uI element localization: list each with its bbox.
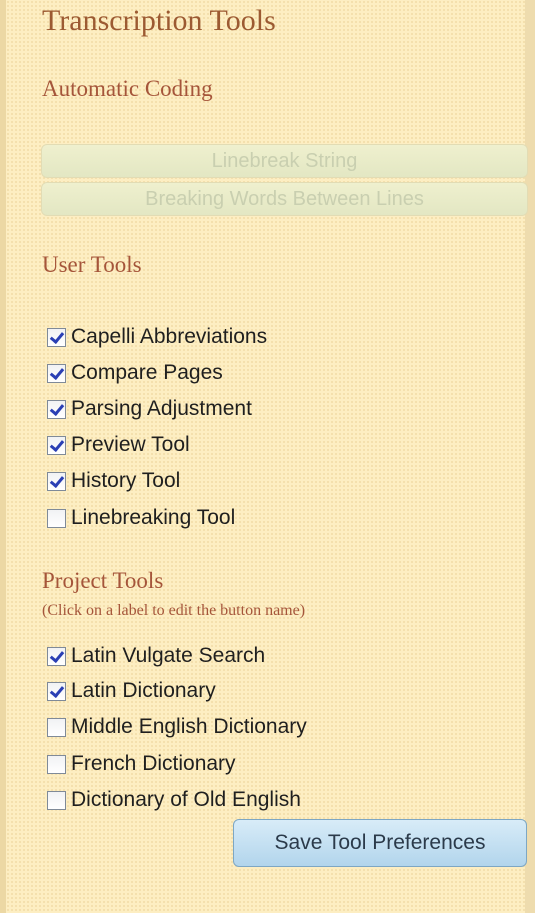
checkbox[interactable]	[47, 681, 66, 701]
project-tools-hint: (Click on a label to edit the button nam…	[42, 602, 306, 619]
checkbox-label[interactable]: Parsing Adjustment	[71, 397, 252, 421]
breaking-words-button[interactable]: Breaking Words Between Lines	[41, 182, 528, 216]
checkbox-label[interactable]: History Tool	[71, 469, 180, 493]
save-tool-preferences-button[interactable]: Save Tool Preferences	[233, 819, 527, 867]
project-tool-latin-vulgate-search[interactable]: Latin Vulgate Search	[47, 641, 265, 671]
checkbox-label[interactable]: French Dictionary	[71, 752, 236, 776]
checkbox-label[interactable]: Capelli Abbreviations	[71, 325, 267, 349]
user-tool-preview-tool[interactable]: Preview Tool	[47, 430, 190, 460]
checkbox-label[interactable]: Compare Pages	[71, 361, 223, 385]
project-tool-latin-dictionary[interactable]: Latin Dictionary	[47, 676, 216, 706]
checkbox[interactable]	[47, 717, 66, 737]
user-tool-parsing-adjustment[interactable]: Parsing Adjustment	[47, 394, 252, 424]
user-tool-capelli-abbreviations[interactable]: Capelli Abbreviations	[47, 322, 267, 352]
checkbox-label[interactable]: Latin Dictionary	[71, 679, 216, 703]
project-tool-middle-english-dictionary[interactable]: Middle English Dictionary	[47, 712, 307, 742]
checkbox-label[interactable]: Middle English Dictionary	[71, 715, 307, 739]
transcription-tools-panel: Transcription Tools Automatic Coding Lin…	[0, 0, 535, 913]
user-tools-heading: User Tools	[42, 252, 142, 277]
user-tool-linebreaking-tool[interactable]: Linebreaking Tool	[47, 503, 235, 533]
checkbox[interactable]	[47, 327, 66, 347]
panel-title: Transcription Tools	[42, 4, 276, 37]
checkbox-label[interactable]: Latin Vulgate Search	[71, 644, 265, 668]
linebreak-string-button[interactable]: Linebreak String	[41, 144, 528, 178]
project-tool-dictionary-of-old-english[interactable]: Dictionary of Old English	[47, 785, 301, 815]
checkbox[interactable]	[47, 399, 66, 419]
checkbox-label[interactable]: Preview Tool	[71, 433, 190, 457]
project-tool-french-dictionary[interactable]: French Dictionary	[47, 749, 236, 779]
project-tools-heading: Project Tools	[42, 568, 164, 593]
checkbox[interactable]	[47, 435, 66, 455]
checkbox[interactable]	[47, 790, 66, 810]
checkbox-label[interactable]: Linebreaking Tool	[71, 506, 235, 530]
checkbox[interactable]	[47, 754, 66, 774]
checkbox[interactable]	[47, 508, 66, 528]
checkbox[interactable]	[47, 471, 66, 491]
checkbox-label[interactable]: Dictionary of Old English	[71, 788, 301, 812]
checkbox[interactable]	[47, 363, 66, 383]
automatic-coding-heading: Automatic Coding	[42, 76, 213, 101]
user-tool-compare-pages[interactable]: Compare Pages	[47, 358, 223, 388]
user-tool-history-tool[interactable]: History Tool	[47, 466, 180, 496]
checkbox[interactable]	[47, 646, 66, 666]
